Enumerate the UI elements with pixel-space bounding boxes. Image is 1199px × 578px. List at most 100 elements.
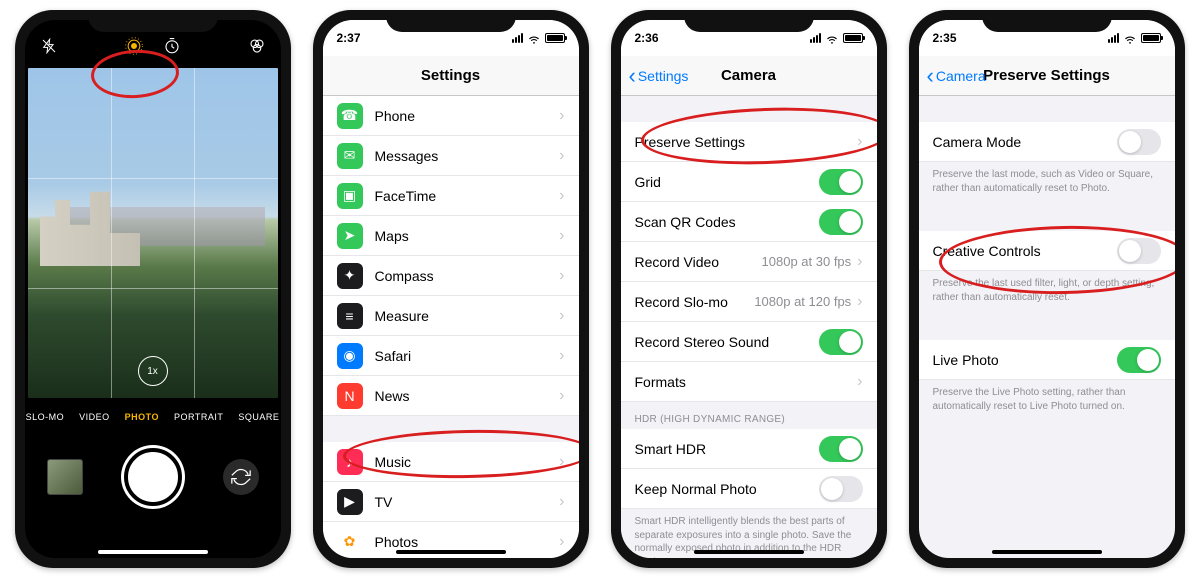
chevron-icon: › [559,387,564,405]
toggle[interactable] [819,329,863,355]
settings-row-record-stereo-sound[interactable]: Record Stereo Sound [621,322,877,362]
settings-row-record-video[interactable]: Record Video1080p at 30 fps› [621,242,877,282]
nav-title: Camera [721,67,776,84]
toggle[interactable] [1117,129,1161,155]
row-detail: 1080p at 120 fps [754,294,851,309]
row-label: Measure [375,308,560,324]
row-label: Formats [635,374,858,390]
nav-bar: Settings [323,56,579,96]
signal-icon [810,33,821,43]
settings-row-compass[interactable]: ✦Compass› [323,256,579,296]
toggle[interactable] [819,209,863,235]
last-photo-thumbnail[interactable] [47,459,83,495]
settings-row-formats[interactable]: Formats› [621,362,877,402]
camera-screen: 1x SLO-MO VIDEO PHOTO PORTRAIT SQUARE [25,20,281,558]
settings-row-keep-normal-photo[interactable]: Keep Normal Photo [621,469,877,509]
camera-viewfinder[interactable]: 1x [28,68,278,398]
toggle[interactable] [819,169,863,195]
chevron-icon: › [559,533,564,551]
row-label: Record Video [635,254,762,270]
settings-row-maps[interactable]: ➤Maps› [323,216,579,256]
settings-row-live-photo[interactable]: Live Photo [919,340,1175,380]
settings-row-phone[interactable]: ☎Phone› [323,96,579,136]
status-icons [1108,33,1161,44]
settings-list[interactable]: ☎Phone›✉Messages›▣FaceTime›➤Maps›✦Compas… [323,96,579,558]
settings-row-grid[interactable]: Grid [621,162,877,202]
nav-title: Settings [421,67,480,84]
mode-square[interactable]: SQUARE [238,412,279,422]
zoom-button[interactable]: 1x [138,356,168,386]
notch [88,10,218,32]
status-time: 2:37 [337,31,361,45]
mode-portrait[interactable]: PORTRAIT [174,412,223,422]
chevron-icon: › [857,293,862,311]
app-icon: ➤ [337,223,363,249]
row-label: Record Slo-mo [635,294,755,310]
toggle[interactable] [819,476,863,502]
section-footer: Preserve the last mode, such as Video or… [919,162,1175,205]
row-label: Messages [375,148,560,164]
filters-icon[interactable] [247,36,267,56]
notch [684,10,814,32]
row-label: Camera Mode [933,134,1117,150]
home-indicator[interactable] [98,550,208,554]
preserve-settings-list[interactable]: Camera Mode Preserve the last mode, such … [919,96,1175,558]
row-label: Maps [375,228,560,244]
section-header: HDR (HIGH DYNAMIC RANGE) [621,402,877,429]
settings-row-camera-mode[interactable]: Camera Mode [919,122,1175,162]
notch [386,10,516,32]
shutter-button[interactable] [124,448,182,506]
chevron-icon: › [559,493,564,511]
camera-modes[interactable]: SLO-MO VIDEO PHOTO PORTRAIT SQUARE [25,402,281,432]
section-footer: Preserve the Live Photo setting, rather … [919,380,1175,423]
chevron-icon: › [857,253,862,271]
settings-row-facetime[interactable]: ▣ FaceTime› [323,176,579,216]
row-label: Scan QR Codes [635,214,819,230]
mode-photo[interactable]: PHOTO [125,412,159,422]
settings-screen: 2:37 Settings ☎Phone›✉Messages› ▣ FaceTime… [323,20,579,558]
settings-row-messages[interactable]: ✉Messages› [323,136,579,176]
app-icon: ▣ [337,183,363,209]
back-button[interactable]: Settings [629,68,689,84]
row-label: Keep Normal Photo [635,481,819,497]
settings-row-scan-qr-codes[interactable]: Scan QR Codes [621,202,877,242]
wifi-icon [825,33,839,44]
settings-row-record-slo-mo[interactable]: Record Slo-mo1080p at 120 fps › [621,282,877,322]
chevron-icon: › [559,147,564,165]
timer-icon[interactable] [162,36,182,56]
mode-video[interactable]: VIDEO [79,412,110,422]
camera-settings-screen: 2:36 Settings Camera Preserve Settings›G… [621,20,877,558]
row-label: Record Stereo Sound [635,334,819,350]
home-indicator[interactable] [396,550,506,554]
settings-row-news[interactable]: NNews› [323,376,579,416]
signal-icon [512,33,523,43]
phone-preserve-settings: 2:35 Camera Preserve Settings Camera Mod… [909,10,1185,568]
app-icon: ≡ [337,303,363,329]
row-label: Grid [635,174,819,190]
signal-icon [1108,33,1119,43]
row-label: FaceTime [375,188,560,204]
settings-row-tv[interactable]: ▶TV› [323,482,579,522]
status-time: 2:36 [635,31,659,45]
chevron-icon: › [559,107,564,125]
flash-icon[interactable] [39,36,59,56]
toggle[interactable] [1117,347,1161,373]
settings-row-smart-hdr[interactable]: Smart HDR [621,429,877,469]
home-indicator[interactable] [694,550,804,554]
home-indicator[interactable] [992,550,1102,554]
app-icon: ◉ [337,343,363,369]
wifi-icon [1123,33,1137,44]
camera-settings-list[interactable]: Preserve Settings›GridScan QR CodesRecor… [621,96,877,558]
settings-row-measure[interactable]: ≡Measure› [323,296,579,336]
settings-row-safari[interactable]: ◉Safari› [323,336,579,376]
chevron-icon: › [559,187,564,205]
row-label: Smart HDR [635,441,819,457]
nav-bar: Camera Preserve Settings [919,56,1175,96]
toggle[interactable] [819,436,863,462]
flip-camera-button[interactable] [223,459,259,495]
battery-icon [843,33,863,43]
preserve-settings-screen: 2:35 Camera Preserve Settings Camera Mod… [919,20,1175,558]
back-button[interactable]: Camera [927,68,986,84]
mode-slo-mo[interactable]: SLO-MO [26,412,65,422]
row-label: Live Photo [933,352,1117,368]
